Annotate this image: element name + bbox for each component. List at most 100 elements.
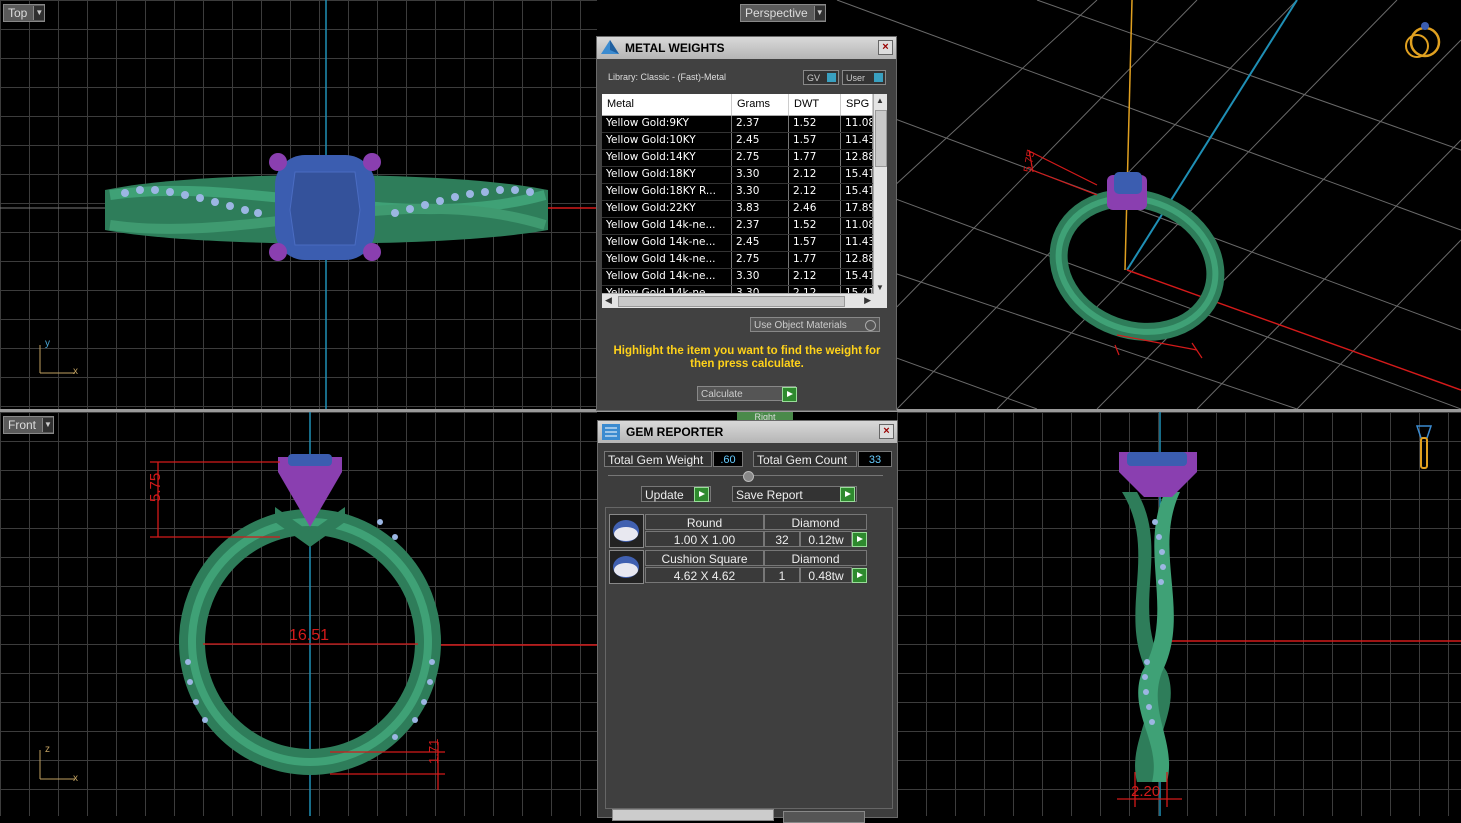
table-cell: 2.37 bbox=[732, 116, 789, 132]
table-cell: 3.30 bbox=[732, 269, 789, 285]
total-gem-weight-value: .60 bbox=[713, 451, 743, 467]
table-cell: 15.41 bbox=[841, 184, 873, 200]
table-cell: Yellow Gold:18KY bbox=[602, 167, 732, 183]
table-cell: 1.52 bbox=[789, 116, 841, 132]
table-cell: 17.89 bbox=[841, 201, 873, 217]
right-view-drawing: 2.20 bbox=[1117, 412, 1461, 816]
table-cell: 1.77 bbox=[789, 252, 841, 268]
table-cell: 2.45 bbox=[732, 133, 789, 149]
table-cell: 12.88 bbox=[841, 252, 873, 268]
viewport-top-label[interactable]: Top ▼ bbox=[3, 4, 46, 22]
table-cell: 1.57 bbox=[789, 235, 841, 251]
svg-text:5.75: 5.75 bbox=[147, 473, 164, 502]
table-body: Yellow Gold:9KY 2.37 1.52 11.08 Yellow Gold:… bbox=[602, 116, 887, 303]
viewport-front[interactable]: Front ▼ 5.75 16.51 1.71 z x bbox=[0, 412, 597, 816]
chevron-down-icon[interactable]: ▼ bbox=[33, 6, 45, 20]
viewport-top[interactable]: Top ▼ y x bbox=[0, 0, 597, 409]
table-cell: Yellow Gold:14KY bbox=[602, 150, 732, 166]
table-row[interactable]: Yellow Gold:18KY R... 3.30 2.12 15.41 bbox=[602, 184, 887, 201]
gem-type: Diamond bbox=[764, 514, 867, 530]
close-icon[interactable]: × bbox=[878, 40, 893, 55]
gem-count: 32 bbox=[764, 531, 800, 547]
table-cell: 2.46 bbox=[789, 201, 841, 217]
metal-weights-panel: METAL WEIGHTS × Library: Classic - (Fast… bbox=[596, 36, 897, 411]
vertical-scrollbar[interactable]: ▲ ▼ bbox=[873, 94, 887, 308]
table-cell: 1.57 bbox=[789, 133, 841, 149]
svg-text:y: y bbox=[45, 338, 50, 349]
table-cell: Yellow Gold 14k-ne... bbox=[602, 218, 732, 234]
calculate-go-icon[interactable] bbox=[782, 387, 797, 402]
metal-weights-table[interactable]: Metal Grams DWT SPG Yellow Gold:9KY 2.37 1… bbox=[602, 94, 887, 308]
gem-reporter-panel: GEM REPORTER × Total Gem Weight .60 Tota… bbox=[597, 420, 898, 823]
table-cell: 11.43 bbox=[841, 235, 873, 251]
viewport-front-label[interactable]: Front ▼ bbox=[3, 416, 55, 434]
bottom-dropdown[interactable] bbox=[612, 809, 774, 821]
viewport-perspective-label[interactable]: Perspective ▼ bbox=[740, 4, 826, 22]
ring-gizmo-icon[interactable] bbox=[1405, 22, 1441, 58]
table-cell: 1.52 bbox=[789, 218, 841, 234]
svg-text:2.20: 2.20 bbox=[1131, 783, 1160, 800]
close-icon[interactable]: × bbox=[879, 424, 894, 439]
bottom-button[interactable] bbox=[783, 811, 865, 823]
table-cell: 15.41 bbox=[841, 167, 873, 183]
chevron-down-icon[interactable]: ▼ bbox=[813, 6, 825, 20]
table-cell: Yellow Gold 14k-ne... bbox=[602, 235, 732, 251]
table-row[interactable]: Yellow Gold:9KY 2.37 1.52 11.08 bbox=[602, 116, 887, 133]
total-gem-count-value: 33 bbox=[858, 451, 892, 467]
gem-reporter-titlebar[interactable]: GEM REPORTER × bbox=[598, 421, 897, 443]
table-row[interactable]: Yellow Gold 14k-ne... 2.37 1.52 11.08 bbox=[602, 218, 887, 235]
table-row[interactable]: Yellow Gold:18KY 3.30 2.12 15.41 bbox=[602, 167, 887, 184]
ring-side-gizmo-icon[interactable] bbox=[1415, 425, 1433, 469]
svg-text:x: x bbox=[73, 366, 78, 377]
table-cell: Yellow Gold:22KY bbox=[602, 201, 732, 217]
table-row[interactable]: Yellow Gold 14k-ne... 2.75 1.77 12.88 bbox=[602, 252, 887, 269]
gem-shape: Cushion Square bbox=[645, 550, 764, 566]
save-report-go-icon[interactable] bbox=[840, 487, 855, 502]
table-header: Metal Grams DWT SPG bbox=[602, 94, 887, 116]
gv-toggle[interactable]: GV bbox=[803, 70, 839, 85]
table-row[interactable]: Yellow Gold 14k-ne... 2.45 1.57 11.43 bbox=[602, 235, 887, 252]
gem-report-icon bbox=[602, 424, 620, 440]
viewport-right[interactable]: 2.20 bbox=[897, 412, 1461, 816]
chevron-down-icon[interactable]: ▼ bbox=[42, 418, 54, 432]
table-cell: 11.43 bbox=[841, 133, 873, 149]
gem-list-item[interactable]: Cushion Square Diamond 4.62 X 4.62 1 0.48tw bbox=[609, 550, 867, 584]
svg-text:z: z bbox=[45, 744, 50, 755]
user-toggle[interactable]: User bbox=[842, 70, 886, 85]
gem-weight: 0.12tw bbox=[800, 531, 852, 547]
table-cell: 11.08 bbox=[841, 218, 873, 234]
table-cell: 2.75 bbox=[732, 252, 789, 268]
total-gem-count-label: Total Gem Count bbox=[753, 451, 857, 467]
table-cell: Yellow Gold 14k-ne... bbox=[602, 269, 732, 285]
table-cell: Yellow Gold:10KY bbox=[602, 133, 732, 149]
table-cell: 2.37 bbox=[732, 218, 789, 234]
table-cell: 2.12 bbox=[789, 167, 841, 183]
gem-shape: Round bbox=[645, 514, 764, 530]
table-cell: 2.12 bbox=[789, 269, 841, 285]
gem-go-icon[interactable] bbox=[852, 532, 867, 547]
total-gem-weight-label: Total Gem Weight bbox=[604, 451, 712, 467]
table-cell: 2.45 bbox=[732, 235, 789, 251]
table-row[interactable]: Yellow Gold:14KY 2.75 1.77 12.88 bbox=[602, 150, 887, 167]
gem-go-icon[interactable] bbox=[852, 568, 867, 583]
table-row[interactable]: Yellow Gold:10KY 2.45 1.57 11.43 bbox=[602, 133, 887, 150]
library-label: Library: Classic - (Fast)-Metal bbox=[608, 72, 727, 82]
table-cell: 15.41 bbox=[841, 269, 873, 285]
update-go-icon[interactable] bbox=[694, 487, 709, 502]
horizontal-scrollbar[interactable]: ◀ ▶ bbox=[602, 293, 874, 308]
svg-text:16.51: 16.51 bbox=[289, 627, 329, 644]
save-report-button[interactable]: Save Report bbox=[732, 486, 857, 502]
top-view-drawing: y x bbox=[0, 0, 597, 409]
splitter-knob-icon[interactable] bbox=[743, 471, 754, 482]
metal-weights-titlebar[interactable]: METAL WEIGHTS × bbox=[597, 37, 896, 59]
gem-count: 1 bbox=[764, 567, 800, 583]
table-cell: Yellow Gold:18KY R... bbox=[602, 184, 732, 200]
instruction-text: Highlight the item you want to find the … bbox=[613, 345, 881, 370]
table-row[interactable]: Yellow Gold:22KY 3.83 2.46 17.89 bbox=[602, 201, 887, 218]
use-object-materials-button[interactable]: Use Object Materials bbox=[750, 317, 880, 332]
gem-list-item[interactable]: Round Diamond 1.00 X 1.00 32 0.12tw bbox=[609, 514, 867, 548]
gem-type: Diamond bbox=[764, 550, 867, 566]
table-row[interactable]: Yellow Gold 14k-ne...3.302.1215.41 bbox=[602, 269, 887, 286]
table-cell: 3.30 bbox=[732, 167, 789, 183]
table-cell: 12.88 bbox=[841, 150, 873, 166]
